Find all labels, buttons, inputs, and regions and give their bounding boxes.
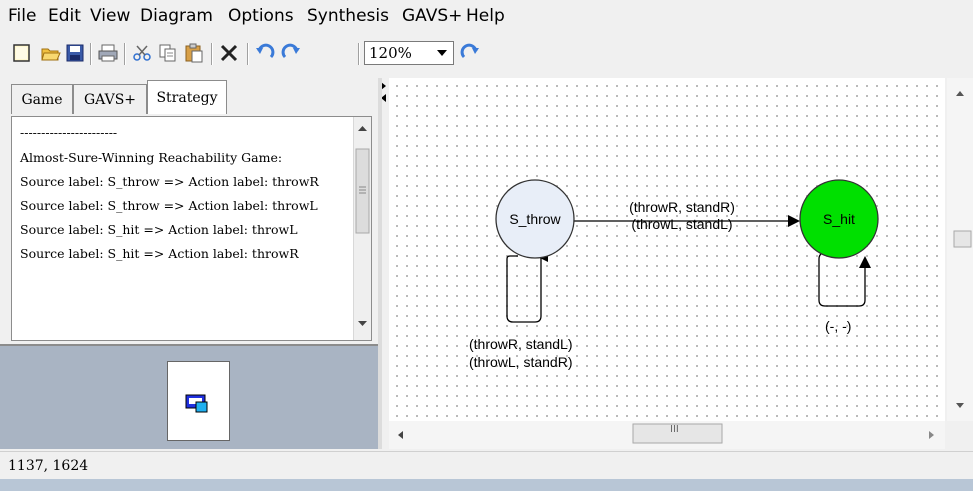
overview-thumbnail[interactable] xyxy=(167,361,230,441)
node-s-throw-label: S_throw xyxy=(509,211,561,227)
tab-game[interactable]: Game xyxy=(11,84,73,114)
scroll-grip: III xyxy=(670,424,679,435)
toolbar xyxy=(0,36,973,72)
menu-edit[interactable]: Edit xyxy=(48,6,81,26)
edge-throw-self-loop xyxy=(506,250,549,323)
edge-hit-self-loop xyxy=(818,251,871,307)
tab-strategy[interactable]: Strategy xyxy=(147,80,227,114)
strategy-line: Source label: S_throw => Action label: t… xyxy=(20,198,318,213)
paste-icon[interactable] xyxy=(182,41,206,65)
edge-label: (throwR, standR) xyxy=(629,199,735,215)
scroll-thumb xyxy=(953,230,972,248)
diagram-canvas[interactable]: S_throw S_hit (throwR, standR) (throwL, … xyxy=(389,78,945,421)
tab-gavs[interactable]: GAVS+ xyxy=(73,84,147,114)
text-vertical-scrollbar[interactable] xyxy=(353,117,371,340)
cursor-coordinates: 1137, 1624 xyxy=(8,458,89,474)
menu-bar: File Edit View Diagram Options Synthesis… xyxy=(0,0,973,37)
menu-options[interactable]: Options xyxy=(228,6,294,26)
strategy-line: ----------------------- xyxy=(20,125,118,140)
canvas-vertical-scrollbar[interactable] xyxy=(947,78,973,421)
undo-icon[interactable] xyxy=(253,41,277,65)
strategy-line: Source label: S_throw => Action label: t… xyxy=(20,174,319,189)
strategy-line: Almost-Sure-Winning Reachability Game: xyxy=(20,150,283,165)
strategy-output[interactable]: ----------------------- Almost-Sure-Winn… xyxy=(11,116,372,341)
scroll-right-icon xyxy=(929,431,934,439)
zoom-select[interactable]: 120% xyxy=(364,41,454,65)
edge-label: (-, -) xyxy=(825,318,851,334)
menu-file[interactable]: File xyxy=(8,6,36,26)
menu-gavs[interactable]: GAVS+ xyxy=(402,6,462,26)
save-icon[interactable] xyxy=(63,41,87,65)
scroll-up-icon xyxy=(956,91,964,96)
scroll-up-icon xyxy=(358,126,367,131)
menu-diagram[interactable]: Diagram xyxy=(140,6,213,26)
scroll-down-icon xyxy=(358,321,367,326)
new-file-icon[interactable] xyxy=(10,41,34,65)
delete-icon[interactable] xyxy=(217,41,241,65)
status-bar: 1137, 1624 xyxy=(0,451,973,480)
menu-synthesis[interactable]: Synthesis xyxy=(307,6,389,26)
scroll-down-icon xyxy=(956,403,964,408)
copy-icon[interactable] xyxy=(156,41,180,65)
node-s-hit-label: S_hit xyxy=(823,211,855,227)
print-icon[interactable] xyxy=(96,41,120,65)
scroll-left-icon xyxy=(398,431,403,439)
edge-label: (throwR, standL) xyxy=(469,336,572,352)
zoom-value: 120% xyxy=(369,44,412,62)
chevron-down-icon[interactable] xyxy=(437,50,447,56)
menu-help[interactable]: Help xyxy=(466,6,505,26)
canvas-horizontal-scrollbar[interactable]: III xyxy=(389,421,945,449)
open-folder-icon[interactable] xyxy=(39,41,63,65)
redo-icon[interactable] xyxy=(279,41,303,65)
overview-panel xyxy=(0,344,378,449)
strategy-line: Source label: S_hit => Action label: thr… xyxy=(20,246,299,261)
panel-divider[interactable] xyxy=(378,78,382,449)
scroll-thumb xyxy=(355,148,370,234)
edge-label: (throwL, standR) xyxy=(469,354,572,370)
taskbar-strip xyxy=(0,479,973,491)
strategy-line: Source label: S_hit => Action label: thr… xyxy=(20,222,298,237)
cut-icon[interactable] xyxy=(130,41,154,65)
refresh-icon[interactable] xyxy=(458,41,482,65)
edge-label: (throwL, standL) xyxy=(631,216,732,232)
menu-view[interactable]: View xyxy=(90,6,130,26)
